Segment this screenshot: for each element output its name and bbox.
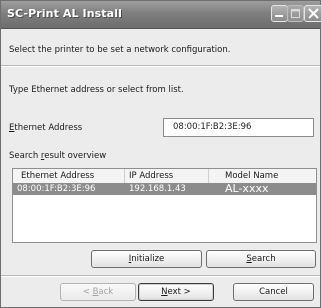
back-button[interactable]: < Back: [60, 283, 136, 301]
search-result-label-prefix: Search: [9, 151, 41, 161]
close-button[interactable]: [304, 5, 321, 22]
instruction-select-printer: Select the printer to be set a network c…: [9, 45, 231, 55]
search-result-list[interactable]: Ethernet Address IP Address Model Name 0…: [12, 168, 317, 243]
initialize-label: nitialize: [131, 254, 165, 264]
next-button[interactable]: Next >: [138, 283, 214, 301]
row-ip-address: 192.168.1.43: [129, 184, 186, 194]
cancel-button[interactable]: Cancel: [233, 283, 314, 301]
window-title: SC-Print AL Install: [7, 7, 122, 20]
maximize-icon: [291, 9, 300, 18]
row-model-name: AL-xxxx: [225, 182, 269, 195]
search-result-label: Search result overview: [9, 151, 106, 161]
close-icon: [308, 8, 319, 19]
ethernet-address-label: Ethernet Address: [9, 123, 82, 133]
back-prefix: <: [82, 287, 93, 297]
instruction-type-address: Type Ethernet address or select from lis…: [9, 85, 184, 95]
maximize-button[interactable]: [287, 5, 304, 22]
column-header-ip[interactable]: IP Address: [125, 169, 209, 183]
row-ethernet-address: 08:00:1F:B2:3E:96: [17, 184, 96, 194]
minimize-button[interactable]: [271, 5, 288, 22]
search-result-label-rest: esult overview: [44, 151, 107, 161]
installer-window: SC-Print AL Install Select the printer t…: [0, 0, 321, 308]
search-button[interactable]: Search: [206, 250, 316, 268]
initialize-button[interactable]: Initialize: [91, 250, 202, 268]
divider-top: [1, 65, 320, 67]
next-label: ext >: [167, 287, 191, 297]
minimize-icon: [275, 15, 283, 17]
back-label: ack: [98, 287, 114, 297]
ethernet-label-rest: thernet Address: [14, 123, 83, 133]
table-row[interactable]: 08:00:1F:B2:3E:96 192.168.1.43 AL-xxxx: [13, 182, 316, 195]
title-bar[interactable]: SC-Print AL Install: [1, 1, 321, 29]
list-header: Ethernet Address IP Address Model Name: [13, 169, 316, 184]
column-header-model[interactable]: Model Name: [209, 169, 316, 183]
column-header-ethernet[interactable]: Ethernet Address: [13, 169, 125, 183]
divider-bottom: [1, 275, 320, 277]
search-label: earch: [251, 254, 276, 264]
ethernet-address-input[interactable]: 08:00:1F:B2:3E:96: [163, 118, 314, 137]
